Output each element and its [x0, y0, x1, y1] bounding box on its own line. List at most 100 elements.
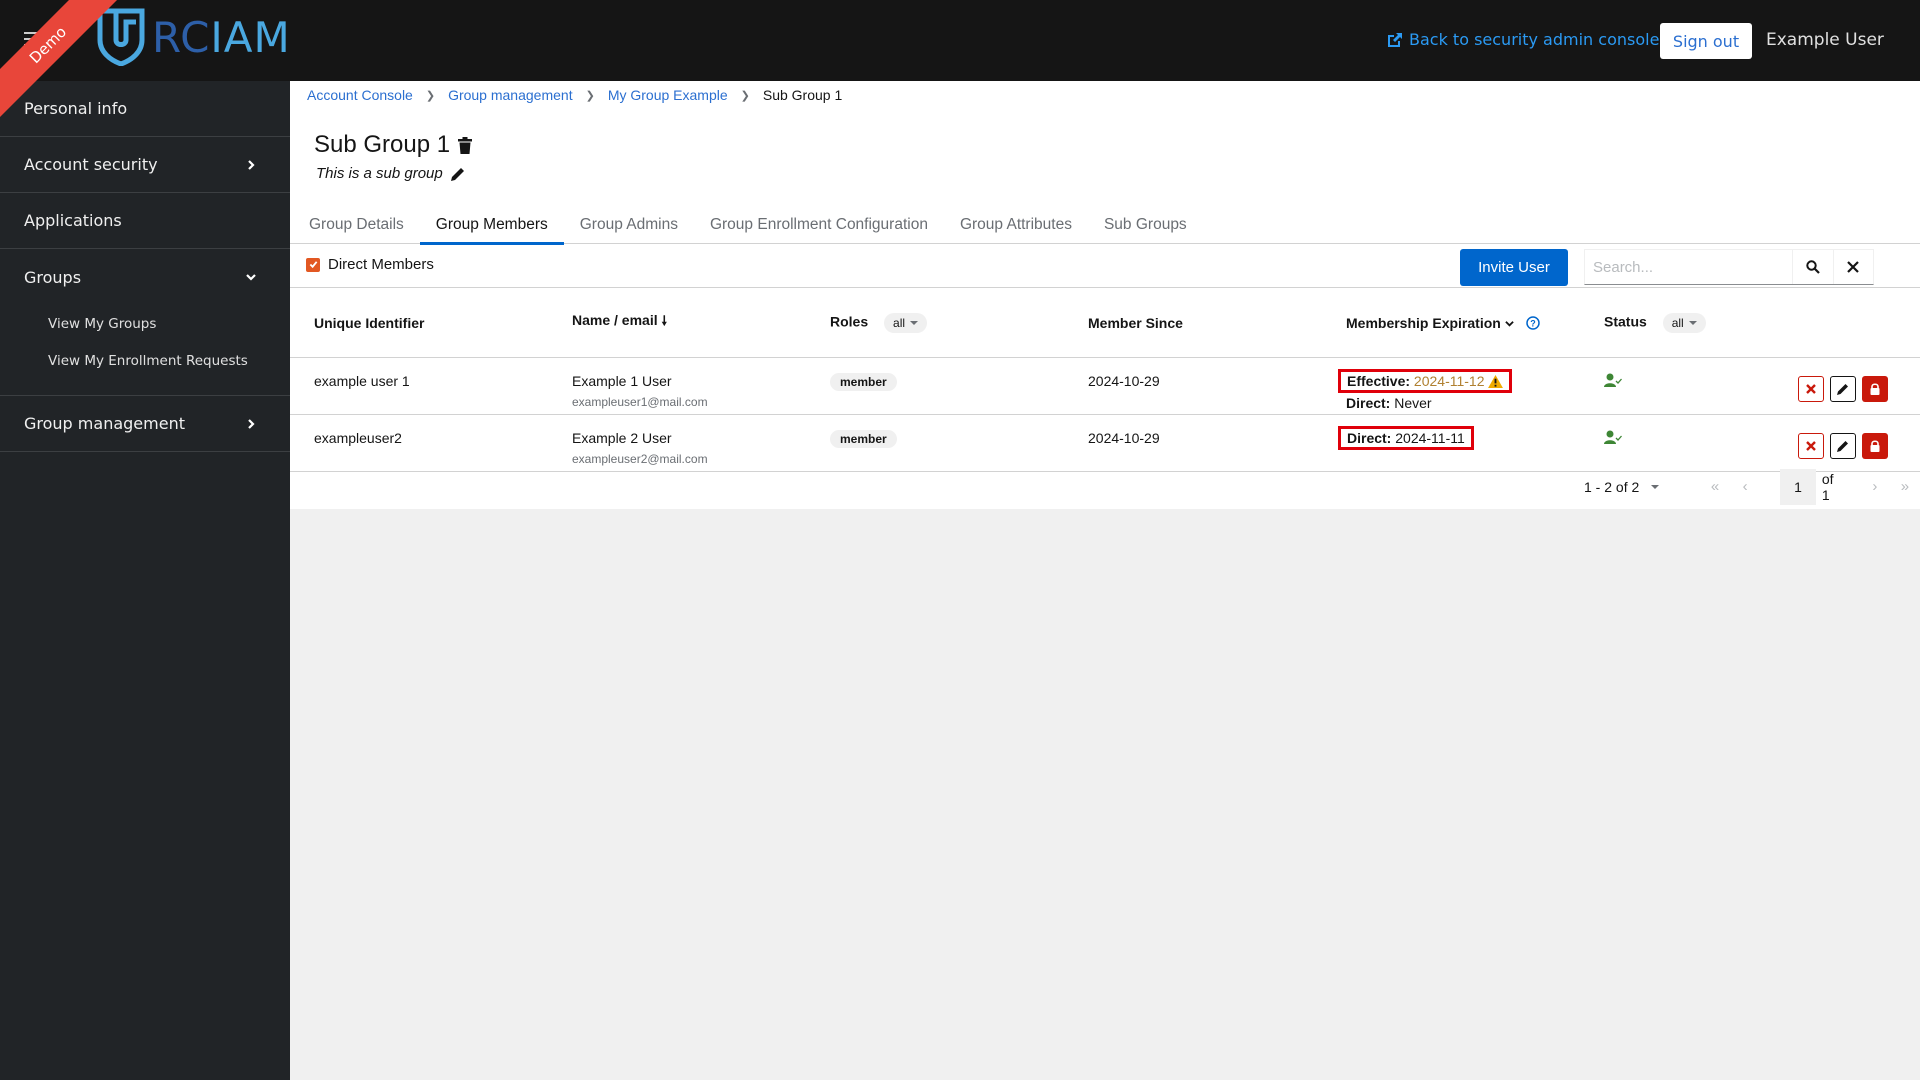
- tab-group-admins[interactable]: Group Admins: [564, 209, 694, 244]
- rciam-logo[interactable]: RCIAM: [96, 8, 291, 66]
- sidebar-item-personal-info[interactable]: Personal info: [0, 81, 290, 137]
- sidebar-item-account-security[interactable]: Account security: [0, 137, 290, 193]
- search-input[interactable]: [1585, 250, 1792, 284]
- member-name: Example 1 User: [572, 372, 672, 389]
- tab-group-members[interactable]: Group Members: [419, 209, 564, 245]
- group-description: This is a sub group: [316, 165, 443, 182]
- user-name[interactable]: Example User: [1766, 30, 1884, 50]
- chevron-right-icon: [248, 418, 255, 429]
- next-page-icon[interactable]: ›: [1860, 478, 1890, 495]
- page-title-row: Sub Group 1: [314, 131, 473, 159]
- warning-icon[interactable]: [1488, 374, 1504, 388]
- cell-member-since: 2024-10-29: [1064, 357, 1322, 415]
- clear-search-button[interactable]: [1832, 250, 1874, 284]
- per-page-dropdown[interactable]: 1 - 2 of 2: [1584, 479, 1660, 495]
- direct-value: Never: [1394, 394, 1432, 411]
- page-title: Sub Group 1: [314, 131, 451, 158]
- breadcrumb-my-group-example[interactable]: My Group Example: [608, 87, 728, 103]
- direct-members-checkbox[interactable]: Direct Members: [306, 256, 434, 273]
- sort-down-icon[interactable]: 🠗: [662, 313, 668, 328]
- tabs: Group Details Group Members Group Admins…: [290, 209, 1920, 245]
- sidebar-item-group-management[interactable]: Group management: [0, 396, 290, 452]
- status-filter-value: all: [1671, 315, 1684, 330]
- cell-member-since: 2024-10-29: [1064, 414, 1322, 472]
- cell-roles: member: [806, 357, 1064, 415]
- pencil-icon[interactable]: [450, 167, 465, 181]
- suspend-member-button[interactable]: [1862, 432, 1888, 459]
- sidebar-item-label: Groups: [24, 267, 82, 287]
- sidebar-item-label: Group management: [24, 414, 185, 433]
- group-description-row: This is a sub group: [316, 165, 465, 182]
- sidebar-subitem-view-my-enrollment-requests[interactable]: View My Enrollment Requests: [0, 342, 290, 379]
- chevron-down-icon: [246, 274, 256, 281]
- column-name-email[interactable]: Name / email 🠗: [548, 289, 806, 358]
- brand-iam: IAM: [210, 12, 291, 62]
- lock-icon: [1870, 382, 1880, 395]
- main-content: Account Console ❯ Group management ❯ My …: [290, 81, 1920, 1080]
- direct-label: Direct:: [1346, 394, 1391, 411]
- back-to-admin-console-link[interactable]: Back to security admin console: [1387, 30, 1659, 49]
- column-actions: [1774, 289, 1920, 358]
- sign-out-button[interactable]: Sign out: [1660, 23, 1752, 59]
- column-status: Status all: [1580, 289, 1774, 358]
- sidebar-group-groups: Groups View My Groups View My Enrollment…: [0, 249, 290, 396]
- page-number-input[interactable]: 1: [1780, 468, 1816, 505]
- column-unique-identifier: Unique Identifier: [290, 289, 548, 358]
- direct-members-label: Direct Members: [328, 256, 434, 273]
- help-icon[interactable]: ?: [1518, 315, 1540, 331]
- edit-member-button[interactable]: [1830, 375, 1856, 402]
- pagination: 1 - 2 of 2 « ‹ 1 of 1 › »: [290, 464, 1920, 509]
- sidebar-item-groups[interactable]: Groups: [0, 249, 290, 305]
- breadcrumb-account-console[interactable]: Account Console: [307, 87, 413, 103]
- sidebar-subitem-view-my-groups[interactable]: View My Groups: [0, 305, 290, 342]
- suspend-member-button[interactable]: [1862, 375, 1888, 402]
- last-page-icon[interactable]: »: [1890, 478, 1920, 495]
- svg-text:?: ?: [1530, 318, 1536, 328]
- direct-value: 2024-11-11: [1395, 429, 1465, 446]
- sidebar-item-label: Applications: [24, 211, 122, 230]
- chevron-right-icon: [248, 159, 255, 170]
- tab-group-enrollment-configuration[interactable]: Group Enrollment Configuration: [694, 209, 944, 244]
- pencil-icon: [1837, 383, 1848, 395]
- trash-icon[interactable]: [458, 136, 473, 154]
- tab-group-attributes[interactable]: Group Attributes: [944, 209, 1088, 244]
- brand-rc: RC: [152, 12, 211, 62]
- group-panel: Account Console ❯ Group management ❯ My …: [290, 81, 1920, 509]
- chevron-down-icon[interactable]: [1504, 319, 1514, 328]
- caret-down-icon: [1651, 484, 1660, 489]
- cell-name-email: Example 2 User exampleuser2@mail.com: [548, 414, 806, 472]
- column-expiration-label: Membership Expiration: [1346, 314, 1501, 331]
- direct-label: Direct:: [1347, 429, 1392, 446]
- column-roles: Roles all: [806, 289, 1064, 358]
- roles-filter-dropdown[interactable]: all: [884, 312, 928, 333]
- edit-member-button[interactable]: [1830, 432, 1856, 459]
- role-badge: member: [830, 372, 897, 391]
- cell-actions: [1774, 357, 1920, 415]
- cell-status: [1580, 414, 1774, 472]
- status-filter-dropdown[interactable]: all: [1662, 312, 1706, 333]
- direct-expiration: Direct: 2024-11-11: [1338, 425, 1474, 450]
- search-button[interactable]: [1792, 250, 1833, 284]
- invite-user-button[interactable]: Invite User: [1460, 249, 1568, 286]
- pencil-icon: [1837, 440, 1848, 452]
- remove-member-button[interactable]: [1798, 432, 1824, 459]
- external-link-icon: [1388, 32, 1402, 47]
- tab-group-details[interactable]: Group Details: [293, 209, 420, 244]
- checkbox-checked-icon[interactable]: [306, 257, 320, 272]
- column-member-since: Member Since: [1064, 289, 1322, 358]
- close-icon: [1847, 261, 1860, 273]
- table-header-row: Unique Identifier Name / email 🠗 Roles a…: [290, 289, 1920, 358]
- effective-label: Effective:: [1347, 372, 1411, 389]
- first-page-icon[interactable]: «: [1700, 478, 1730, 495]
- caret-down-icon: [910, 320, 919, 325]
- members-table: Unique Identifier Name / email 🠗 Roles a…: [290, 289, 1920, 472]
- back-link-label: Back to security admin console: [1409, 30, 1660, 49]
- cell-status: [1580, 357, 1774, 415]
- breadcrumb-group-management[interactable]: Group management: [448, 87, 573, 103]
- sidebar-item-applications[interactable]: Applications: [0, 193, 290, 249]
- tab-sub-groups[interactable]: Sub Groups: [1088, 209, 1203, 244]
- sidebar-nav: Personal info Account security Applicati…: [0, 81, 290, 1080]
- remove-member-button[interactable]: [1798, 375, 1824, 402]
- column-membership-expiration[interactable]: Membership Expiration ?: [1322, 289, 1580, 358]
- previous-page-icon[interactable]: ‹: [1730, 478, 1760, 495]
